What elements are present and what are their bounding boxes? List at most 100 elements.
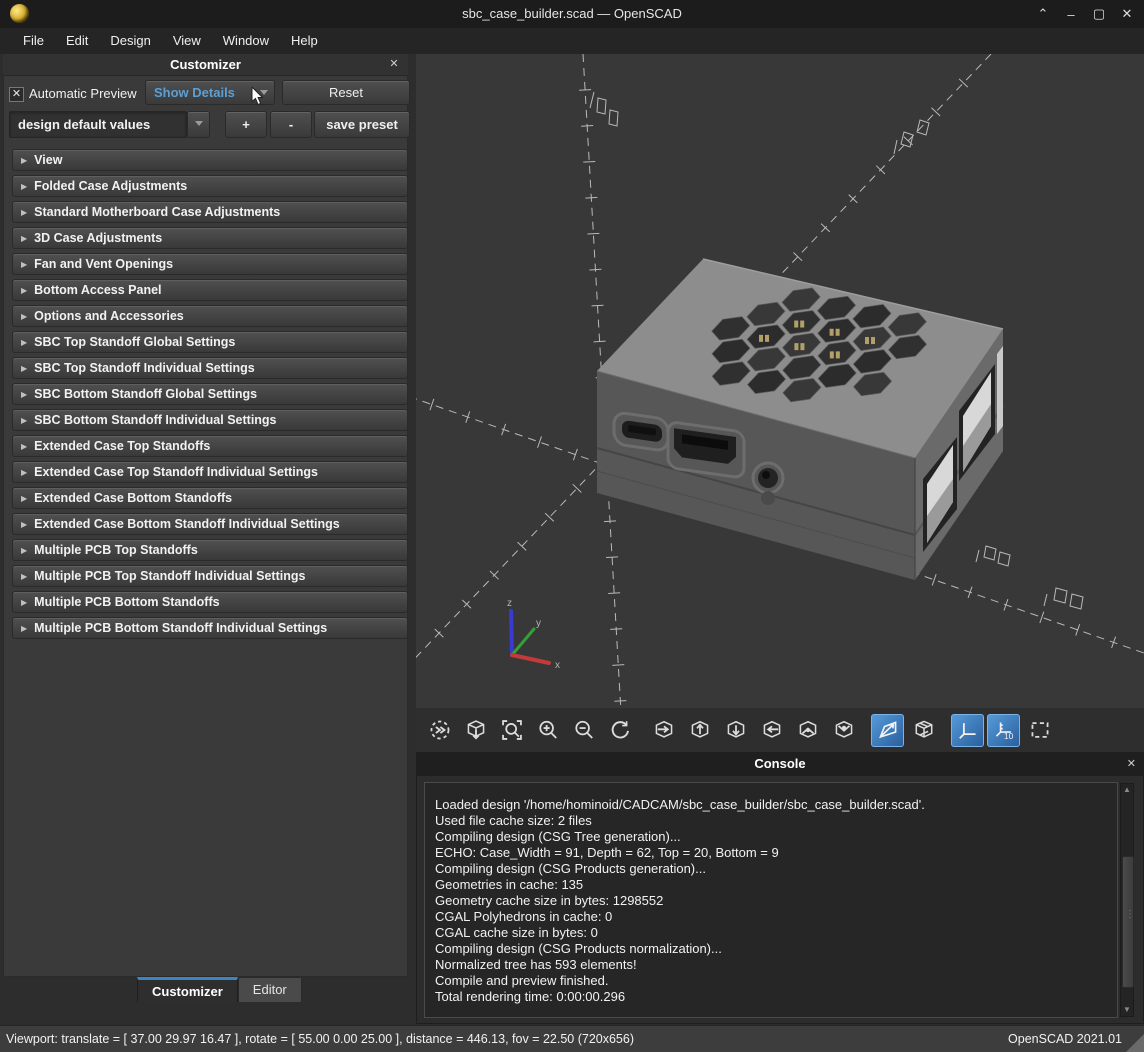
section-header[interactable]: ▶ Extended Case Top Standoffs: [12, 435, 408, 457]
section-label: SBC Top Standoff Individual Settings: [34, 361, 255, 375]
expand-arrow-icon: ▶: [21, 286, 27, 295]
view-top-icon[interactable]: [683, 714, 716, 747]
console-line: Compile and preview finished.: [435, 973, 1117, 989]
console-close-icon[interactable]: ✕: [1127, 752, 1136, 776]
section-header[interactable]: ▶ Multiple PCB Top Standoffs: [12, 539, 408, 561]
title-bar: sbc_case_builder.scad — OpenSCAD ⌃ – ▢ ✕: [0, 0, 1144, 28]
perspective-icon[interactable]: [871, 714, 904, 747]
reset-button[interactable]: Reset: [282, 80, 410, 105]
console-line: Normalized tree has 593 elements!: [435, 957, 1117, 973]
scrollbar-thumb[interactable]: [1122, 856, 1134, 988]
resize-grip[interactable]: [1126, 1034, 1144, 1052]
section-header[interactable]: ▶ Folded Case Adjustments: [12, 175, 408, 197]
preset-dropdown-arrow[interactable]: [187, 111, 210, 138]
close-icon[interactable]: ✕: [1118, 6, 1136, 22]
section-label: Folded Case Adjustments: [34, 179, 187, 193]
expand-arrow-icon: ▶: [21, 390, 27, 399]
view-all-icon[interactable]: [459, 714, 492, 747]
console-line: Used file cache size: 2 files: [435, 813, 1117, 829]
orthogonal-icon[interactable]: [907, 714, 940, 747]
menu-item[interactable]: File: [12, 28, 55, 54]
remove-preset-button[interactable]: -: [270, 111, 312, 138]
axis-label-z: z: [507, 598, 512, 609]
section-label: Fan and Vent Openings: [34, 257, 173, 271]
view-left-icon[interactable]: [755, 714, 788, 747]
shade-icon[interactable]: ⌃: [1034, 6, 1052, 22]
customizer-panel: ✕ Automatic Preview Show Details Reset d…: [3, 54, 408, 977]
menu-item[interactable]: View: [162, 28, 212, 54]
view-back-icon[interactable]: [827, 714, 860, 747]
zoom-all-icon[interactable]: [423, 714, 456, 747]
section-label: Extended Case Bottom Standoffs: [34, 491, 232, 505]
expand-arrow-icon: ▶: [21, 624, 27, 633]
automatic-preview-checkbox[interactable]: ✕: [9, 87, 24, 102]
tab-editor[interactable]: Editor: [238, 977, 302, 1002]
tab-customizer[interactable]: Customizer: [137, 977, 238, 1002]
section-header[interactable]: ▶ Fan and Vent Openings: [12, 253, 408, 275]
scale-label-z: [590, 92, 618, 126]
expand-arrow-icon: ▶: [21, 598, 27, 607]
axis-label-x: x: [555, 660, 560, 671]
preset-dropdown[interactable]: design default values: [9, 111, 187, 138]
console-title: Console ✕: [416, 752, 1144, 776]
save-preset-button[interactable]: save preset: [314, 111, 410, 138]
view-bottom-icon[interactable]: [719, 714, 752, 747]
zoom-in-icon[interactable]: [531, 714, 564, 747]
console-line: Compiling design (CSG Tree generation)..…: [435, 829, 1117, 845]
console-log[interactable]: Loaded design '/home/hominoid/CADCAM/sbc…: [424, 782, 1118, 1018]
minimize-icon[interactable]: –: [1062, 7, 1080, 22]
section-header[interactable]: ▶ Multiple PCB Top Standoff Individual S…: [12, 565, 408, 587]
section-header[interactable]: ▶ SBC Top Standoff Individual Settings: [12, 357, 408, 379]
section-header[interactable]: ▶ Standard Motherboard Case Adjustments: [12, 201, 408, 223]
section-header[interactable]: ▶ Multiple PCB Bottom Standoffs: [12, 591, 408, 613]
section-header[interactable]: ▶ SBC Top Standoff Global Settings: [12, 331, 408, 353]
details-dropdown-value: Show Details: [154, 85, 235, 100]
console-line: Compiling design (CSG Products normaliza…: [435, 941, 1117, 957]
section-label: SBC Top Standoff Global Settings: [34, 335, 235, 349]
section-header[interactable]: ▶ SBC Bottom Standoff Individual Setting…: [12, 409, 408, 431]
section-header[interactable]: ▶ 3D Case Adjustments: [12, 227, 408, 249]
section-label: Extended Case Top Standoffs: [34, 439, 210, 453]
menu-item[interactable]: Edit: [55, 28, 99, 54]
expand-arrow-icon: ▶: [21, 208, 27, 217]
view-right-icon[interactable]: [647, 714, 680, 747]
scroll-up-icon[interactable]: ▲: [1121, 784, 1133, 796]
section-header[interactable]: ▶ View: [12, 149, 408, 171]
section-header[interactable]: ▶ SBC Bottom Standoff Global Settings: [12, 383, 408, 405]
section-header[interactable]: ▶ Options and Accessories: [12, 305, 408, 327]
expand-arrow-icon: ▶: [21, 468, 27, 477]
console-scrollbar[interactable]: ▲ ▼: [1120, 783, 1134, 1017]
expand-arrow-icon: ▶: [21, 260, 27, 269]
view-area-icon[interactable]: [1023, 714, 1056, 747]
console-line: ECHO: Case_Width = 91, Depth = 62, Top =…: [435, 845, 1117, 861]
maximize-icon[interactable]: ▢: [1090, 6, 1108, 22]
scroll-down-icon[interactable]: ▼: [1121, 1004, 1133, 1016]
3d-viewport[interactable]: z y x: [416, 54, 1144, 708]
view-front-icon[interactable]: [791, 714, 824, 747]
axis-label-y: y: [536, 618, 541, 629]
section-header[interactable]: ▶ Extended Case Bottom Standoffs: [12, 487, 408, 509]
section-header[interactable]: ▶ Bottom Access Panel: [12, 279, 408, 301]
section-label: SBC Bottom Standoff Global Settings: [34, 387, 257, 401]
section-header[interactable]: ▶ Extended Case Top Standoff Individual …: [12, 461, 408, 483]
zoom-out-icon[interactable]: [567, 714, 600, 747]
section-header[interactable]: ▶ Multiple PCB Bottom Standoff Individua…: [12, 617, 408, 639]
show-axes-icon[interactable]: [951, 714, 984, 747]
menu-item[interactable]: Help: [280, 28, 329, 54]
expand-arrow-icon: ▶: [21, 494, 27, 503]
reset-view-icon[interactable]: [603, 714, 636, 747]
section-header[interactable]: ▶ Extended Case Bottom Standoff Individu…: [12, 513, 408, 535]
window-title: sbc_case_builder.scad — OpenSCAD: [0, 0, 1144, 28]
mouse-cursor: [251, 87, 265, 107]
viewport-status-text: Viewport: translate = [ 37.00 29.97 16.4…: [6, 1026, 634, 1052]
console-title-text: Console: [754, 756, 805, 771]
show-scale-markers-icon[interactable]: 10: [987, 714, 1020, 747]
section-label: 3D Case Adjustments: [34, 231, 162, 245]
zoom-fit-icon[interactable]: [495, 714, 528, 747]
menu-bar: FileEditDesignViewWindowHelp: [0, 28, 1144, 54]
menu-item[interactable]: Window: [212, 28, 280, 54]
panel-close-icon[interactable]: ✕: [386, 54, 402, 75]
expand-arrow-icon: ▶: [21, 572, 27, 581]
add-preset-button[interactable]: +: [225, 111, 267, 138]
menu-item[interactable]: Design: [99, 28, 161, 54]
